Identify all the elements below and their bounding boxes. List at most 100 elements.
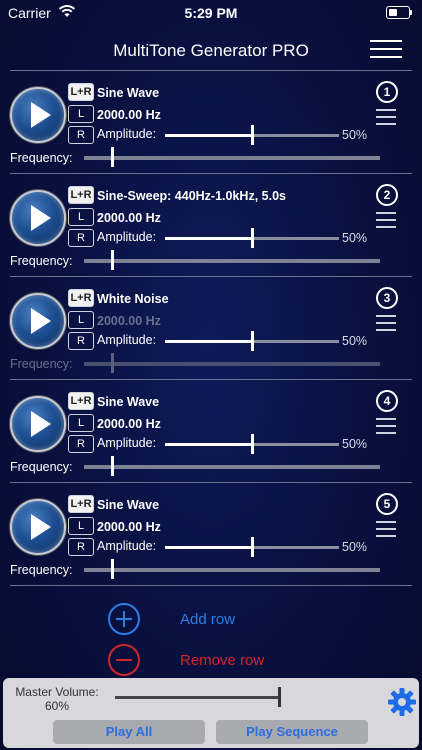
frequency-label: Frequency: [10, 151, 73, 165]
remove-row-button[interactable]: Remove row [108, 644, 408, 678]
frequency-slider[interactable] [84, 456, 380, 476]
amplitude-value: 50% [342, 540, 368, 554]
battery-icon [386, 6, 412, 19]
drag-handle-icon[interactable] [376, 315, 396, 336]
frequency-value[interactable]: 2000.00 Hz [97, 314, 161, 328]
clock: 5:29 PM [184, 5, 238, 21]
amplitude-label: Amplitude: [97, 539, 157, 553]
amplitude-label: Amplitude: [97, 436, 157, 450]
frequency-slider[interactable] [84, 147, 380, 167]
amplitude-knob[interactable] [251, 434, 254, 454]
play-icon[interactable] [10, 396, 66, 452]
frequency-slider[interactable] [84, 250, 380, 270]
frequency-knob[interactable] [110, 456, 114, 476]
channel-lr-button[interactable]: L+R [68, 289, 94, 307]
amplitude-value: 50% [342, 231, 368, 245]
amplitude-value: 50% [342, 334, 368, 348]
play-sequence-button[interactable]: Play Sequence [216, 720, 368, 744]
waveform-label[interactable]: Sine Wave [97, 395, 159, 409]
waveform-label[interactable]: Sine Wave [97, 86, 159, 100]
play-icon[interactable] [10, 190, 66, 246]
frequency-label: Frequency: [10, 254, 73, 268]
plus-circle-icon [108, 603, 140, 635]
channel-r-button[interactable]: R [68, 229, 94, 247]
channel-lr-button[interactable]: L+R [68, 83, 94, 101]
channel-r-button[interactable]: R [68, 332, 94, 350]
master-volume-label: Master Volume: 60% [15, 685, 99, 713]
channel-l-button[interactable]: L [68, 105, 94, 123]
frequency-knob[interactable] [110, 147, 114, 167]
minus-circle-icon [108, 644, 140, 676]
channel-l-button[interactable]: L [68, 208, 94, 226]
channel-l-button[interactable]: L [68, 414, 94, 432]
amplitude-slider[interactable] [165, 537, 339, 557]
tone-row: L+R L R Sine Wave 2000.00 Hz Amplitude: … [10, 379, 412, 482]
amplitude-knob[interactable] [251, 537, 254, 557]
tone-row: L+R L R Sine Wave 2000.00 Hz Amplitude: … [10, 482, 412, 586]
hamburger-menu-icon[interactable] [370, 40, 402, 60]
play-icon[interactable] [10, 499, 66, 555]
drag-handle-icon[interactable] [376, 418, 396, 439]
amplitude-fill [165, 134, 252, 137]
frequency-value[interactable]: 2000.00 Hz [97, 520, 161, 534]
amplitude-fill [165, 546, 252, 549]
add-row-button[interactable]: Add row [108, 603, 408, 637]
frequency-label: Frequency: [10, 563, 73, 577]
play-icon[interactable] [10, 87, 66, 143]
frequency-knob[interactable] [110, 353, 114, 373]
frequency-slider[interactable] [84, 353, 380, 373]
frequency-label: Frequency: [10, 357, 73, 371]
tone-row: L+R L R White Noise 2000.00 Hz Amplitude… [10, 276, 412, 379]
row-number-badge: 4 [376, 390, 398, 412]
amplitude-slider[interactable] [165, 125, 339, 145]
channel-lr-button[interactable]: L+R [68, 186, 94, 204]
amplitude-slider[interactable] [165, 331, 339, 351]
amplitude-fill [165, 237, 252, 240]
channel-l-button[interactable]: L [68, 311, 94, 329]
master-volume-knob[interactable] [278, 687, 281, 707]
frequency-value[interactable]: 2000.00 Hz [97, 211, 161, 225]
play-icon[interactable] [10, 293, 66, 349]
waveform-label[interactable]: White Noise [97, 292, 169, 306]
amplitude-slider[interactable] [165, 228, 339, 248]
waveform-label[interactable]: Sine Wave [97, 498, 159, 512]
channel-lr-button[interactable]: L+R [68, 392, 94, 410]
frequency-slider[interactable] [84, 559, 380, 579]
gear-icon[interactable] [386, 686, 418, 718]
frequency-label: Frequency: [10, 460, 73, 474]
amplitude-fill [165, 340, 252, 343]
frequency-knob[interactable] [110, 250, 114, 270]
remove-row-label: Remove row [180, 652, 265, 669]
drag-handle-icon[interactable] [376, 109, 396, 130]
amplitude-knob[interactable] [251, 125, 254, 145]
channel-r-button[interactable]: R [68, 435, 94, 453]
add-row-label: Add row [180, 611, 236, 628]
amplitude-fill [165, 443, 252, 446]
channel-lr-button[interactable]: L+R [68, 495, 94, 513]
master-panel: Master Volume: 60% Play All Play Sequenc… [3, 678, 419, 748]
amplitude-label: Amplitude: [97, 127, 157, 141]
frequency-knob[interactable] [110, 559, 114, 579]
amplitude-knob[interactable] [251, 228, 254, 248]
frequency-value[interactable]: 2000.00 Hz [97, 417, 161, 431]
row-number-badge: 2 [376, 184, 398, 206]
app-title: MultiTone Generator PRO [113, 41, 309, 60]
master-volume-slider[interactable] [115, 687, 281, 707]
tone-row: L+R L R Sine-Sweep: 440Hz-1.0kHz, 5.0s 2… [10, 173, 412, 276]
amplitude-label: Amplitude: [97, 333, 157, 347]
row-number-badge: 3 [376, 287, 398, 309]
master-volume-value: 60% [44, 699, 70, 713]
frequency-value[interactable]: 2000.00 Hz [97, 108, 161, 122]
channel-l-button[interactable]: L [68, 517, 94, 535]
channel-r-button[interactable]: R [68, 126, 94, 144]
play-all-button[interactable]: Play All [53, 720, 205, 744]
row-number-badge: 1 [376, 81, 398, 103]
tone-rows: L+R L R Sine Wave 2000.00 Hz Amplitude: … [10, 70, 412, 586]
channel-r-button[interactable]: R [68, 538, 94, 556]
amplitude-label: Amplitude: [97, 230, 157, 244]
waveform-label[interactable]: Sine-Sweep: 440Hz-1.0kHz, 5.0s [97, 189, 286, 203]
drag-handle-icon[interactable] [376, 212, 396, 233]
amplitude-knob[interactable] [251, 331, 254, 351]
amplitude-slider[interactable] [165, 434, 339, 454]
drag-handle-icon[interactable] [376, 521, 396, 542]
